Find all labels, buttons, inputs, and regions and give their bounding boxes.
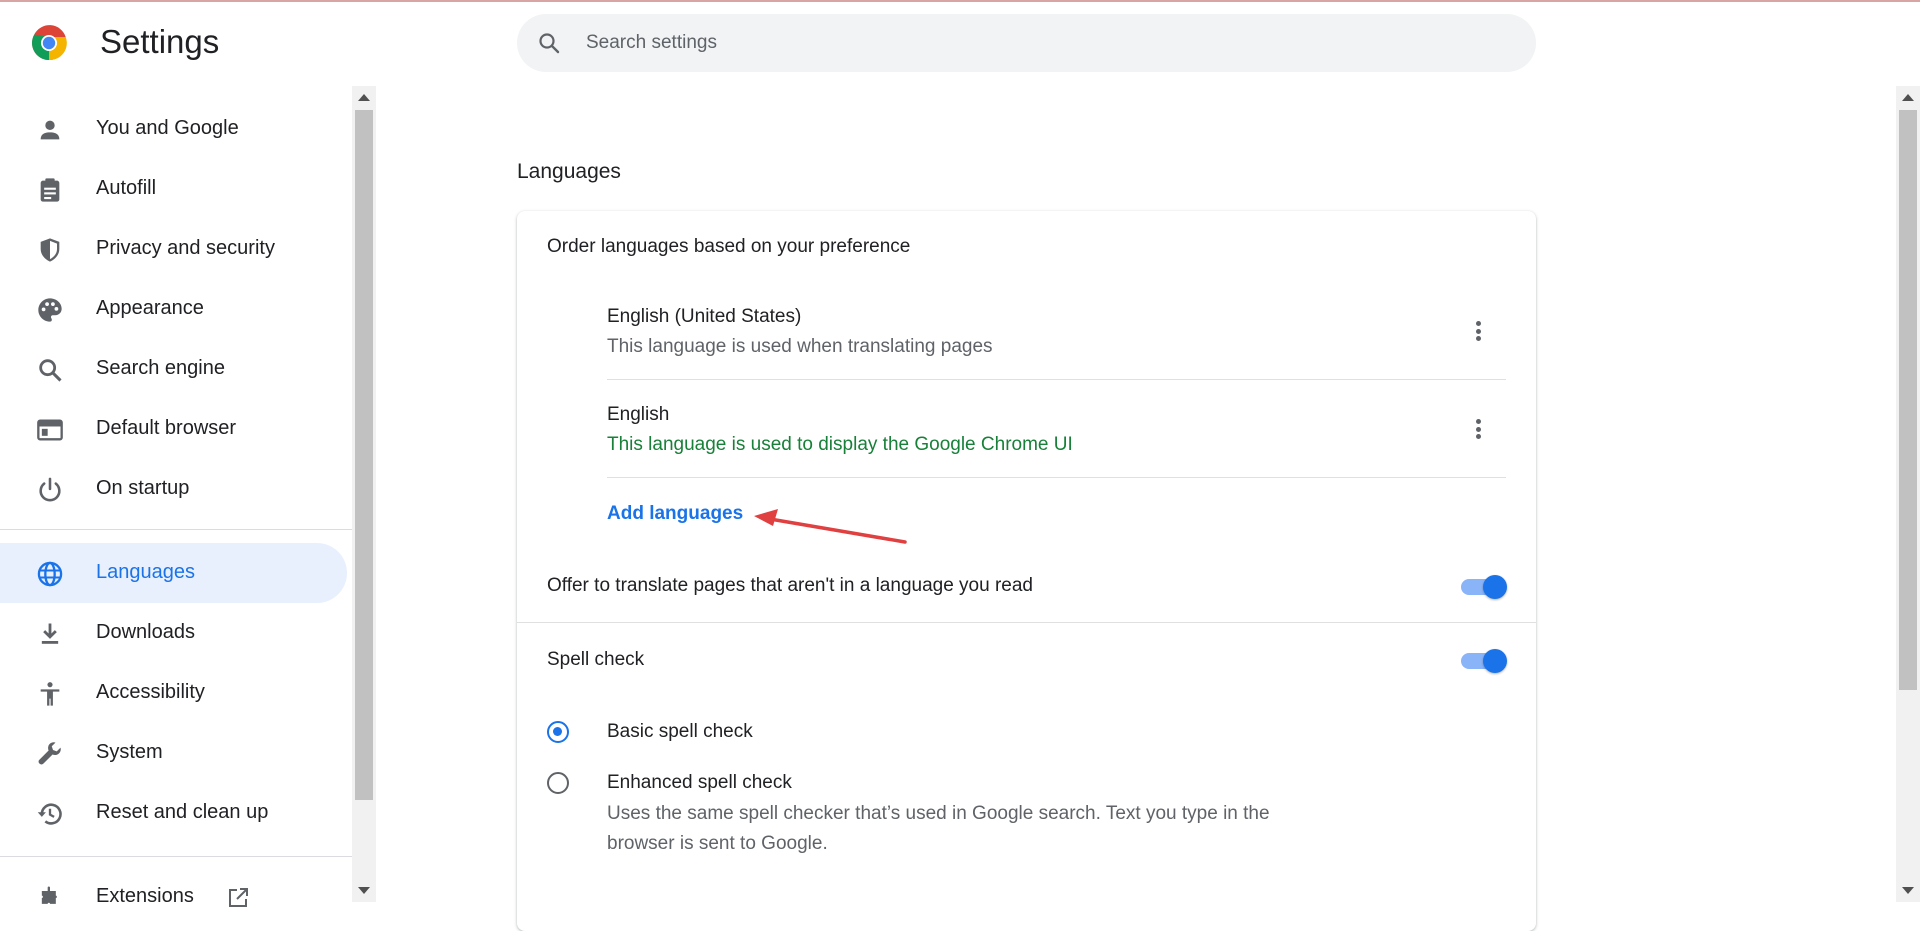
scroll-down-arrow-icon[interactable]	[1902, 887, 1914, 894]
palette-icon	[38, 298, 62, 322]
sidebar-item-accessibility[interactable]: Accessibility	[0, 663, 347, 723]
scroll-up-arrow-icon[interactable]	[358, 94, 370, 101]
sidebar-item-label: Default browser	[96, 417, 237, 439]
sidebar-item-label: You and Google	[96, 117, 239, 139]
power-icon	[39, 477, 61, 502]
main-scrollbar[interactable]	[1896, 86, 1920, 902]
app-title: Settings	[100, 23, 220, 60]
open-in-new-icon	[229, 888, 248, 907]
sidebar-divider	[0, 529, 352, 530]
sidebar-item-label: Reset and clean up	[96, 801, 269, 823]
offer-translate-label: Offer to translate pages that aren't in …	[547, 575, 1033, 596]
sidebar-item-label: Autofill	[96, 177, 157, 199]
wrench-icon	[38, 742, 61, 765]
search-icon	[539, 33, 560, 54]
sidebar-scrollbar[interactable]	[352, 86, 376, 902]
sidebar-item-label: Downloads	[96, 621, 195, 643]
sidebar-item-autofill[interactable]: Autofill	[0, 159, 347, 219]
browser-window-icon	[37, 419, 63, 441]
enhanced-spell-check-description: Uses the same spell checker that’s used …	[607, 803, 1270, 824]
sidebar-item-label: Search engine	[96, 357, 225, 379]
sidebar-item-label: Languages	[96, 561, 195, 583]
sidebar: You and Google Autofill Privacy and secu…	[0, 86, 352, 907]
basic-spell-check-label[interactable]: Basic spell check	[607, 721, 753, 743]
sidebar-item-label: Accessibility	[96, 681, 205, 703]
person-icon	[40, 120, 60, 140]
language-description: This language is used to display the Goo…	[607, 434, 1073, 455]
language-name: English	[607, 404, 670, 425]
sidebar-item-extensions[interactable]: Extensions	[0, 867, 347, 927]
sidebar-item-label: On startup	[96, 477, 190, 499]
row-divider	[607, 379, 1506, 380]
sidebar-item-label: Privacy and security	[96, 237, 275, 259]
language-description: This language is used when translating p…	[607, 336, 993, 357]
clipboard-icon	[40, 178, 60, 202]
history-icon	[37, 803, 62, 825]
sidebar-item-you-and-google[interactable]: You and Google	[0, 99, 347, 159]
more-vert-icon[interactable]	[1464, 415, 1492, 443]
language-name: English (United States)	[607, 306, 802, 327]
offer-translate-toggle[interactable]	[1459, 574, 1507, 600]
main-scrollbar-thumb[interactable]	[1899, 110, 1917, 690]
sidebar-item-languages[interactable]: Languages	[0, 543, 347, 603]
spell-check-toggle[interactable]	[1459, 648, 1507, 674]
shield-icon	[40, 238, 60, 262]
scroll-up-arrow-icon[interactable]	[1902, 94, 1914, 101]
enhanced-spell-check-description: browser is sent to Google.	[607, 833, 828, 854]
search-input[interactable]: Search settings	[586, 32, 717, 54]
sidebar-scrollbar-thumb[interactable]	[355, 110, 373, 800]
chrome-logo-icon	[32, 25, 67, 61]
section-divider	[517, 622, 1536, 623]
scroll-down-arrow-icon[interactable]	[358, 887, 370, 894]
sidebar-item-appearance[interactable]: Appearance	[0, 279, 347, 339]
globe-icon	[37, 561, 63, 587]
basic-spell-check-radio[interactable]	[547, 721, 569, 743]
sidebar-item-reset-and-clean-up[interactable]: Reset and clean up	[0, 783, 347, 843]
search-bar[interactable]: Search settings	[517, 14, 1536, 72]
enhanced-spell-check-radio[interactable]	[547, 772, 569, 794]
sidebar-item-label: Extensions	[96, 885, 194, 907]
more-vert-icon[interactable]	[1464, 317, 1492, 345]
row-divider	[607, 477, 1506, 478]
add-languages-button[interactable]: Add languages	[607, 503, 743, 525]
sidebar-item-default-browser[interactable]: Default browser	[0, 399, 347, 459]
puzzle-icon	[41, 886, 57, 904]
search-icon	[39, 359, 62, 382]
section-title: Languages	[517, 160, 621, 183]
download-icon	[41, 623, 59, 644]
sidebar-item-label: Appearance	[96, 297, 204, 319]
sidebar-item-on-startup[interactable]: On startup	[0, 459, 347, 519]
sidebar-item-system[interactable]: System	[0, 723, 347, 783]
enhanced-spell-check-label[interactable]: Enhanced spell check	[607, 772, 792, 794]
header: Settings Search settings	[0, 0, 1920, 86]
sidebar-item-label: System	[96, 741, 163, 763]
sidebar-item-downloads[interactable]: Downloads	[0, 603, 347, 663]
sidebar-item-search-engine[interactable]: Search engine	[0, 339, 347, 399]
accessibility-icon	[40, 682, 60, 706]
sidebar-divider	[0, 856, 352, 857]
sidebar-item-privacy-and-security[interactable]: Privacy and security	[0, 219, 347, 279]
spell-check-label: Spell check	[547, 649, 645, 670]
order-languages-heading: Order languages based on your preference	[547, 236, 911, 257]
languages-card: Order languages based on your preference…	[517, 211, 1536, 931]
